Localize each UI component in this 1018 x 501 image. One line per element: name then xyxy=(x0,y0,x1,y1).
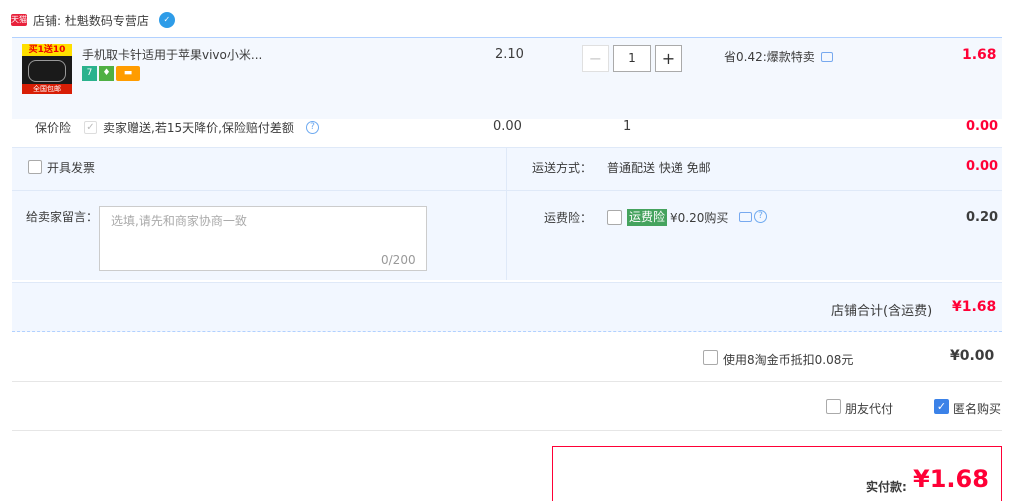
freight-insurance-detail-icon[interactable] xyxy=(739,212,752,222)
options-divider-horizontal xyxy=(12,190,1002,191)
invoice-label[interactable]: 开具发票 xyxy=(47,159,95,176)
insurance-label: 保价险 xyxy=(35,121,72,135)
taobao-coins-value: ¥0.00 xyxy=(950,348,995,364)
wangwang-chat-icon[interactable]: ✓ xyxy=(158,12,175,28)
shop-total-label: 店铺合计(含运费) xyxy=(831,304,933,319)
seller-message-counter: 0/200 xyxy=(381,253,416,267)
quantity-plus-button[interactable]: + xyxy=(655,45,682,72)
friend-pay-label[interactable]: 朋友代付 xyxy=(845,400,893,417)
sim-pin-image xyxy=(28,60,66,82)
credit-card-icon[interactable]: ▬ xyxy=(116,66,140,81)
promo-info: 省0.42:爆款特卖 xyxy=(724,48,833,65)
quantity-input[interactable]: 1 xyxy=(613,45,651,72)
options-divider-vertical xyxy=(506,147,507,280)
freight-insurance-help-icon[interactable]: ? xyxy=(754,210,767,223)
taobao-coins-label[interactable]: 使用8淘金币抵扣0.08元 xyxy=(723,351,853,368)
shop-name-link[interactable]: 店铺: 杜魁数码专营店 xyxy=(33,12,149,29)
quantity-stepper: − 1 + xyxy=(582,45,682,72)
divider xyxy=(12,381,1002,382)
shop-header: 天猫 店铺: 杜魁数码专营店 ✓ xyxy=(11,10,175,30)
insurance-description: 卖家赠送,若15天降价,保险赔付差额 xyxy=(103,121,294,135)
freight-insurance-checkbox[interactable] xyxy=(607,210,622,225)
shipping-price: 0.00 xyxy=(966,159,999,174)
promo-detail-icon[interactable] xyxy=(820,51,833,62)
tmall-badge-icon: 天猫 xyxy=(11,14,27,26)
shop-total-value: ¥1.68 xyxy=(952,299,997,315)
seven-day-return-icon[interactable]: 7 xyxy=(82,66,97,81)
product-title-link[interactable]: 手机取卡针适用于苹果vivo小米... xyxy=(82,46,262,63)
shipping-label: 运送方式： xyxy=(532,161,593,175)
freight-insurance-price: 0.20 xyxy=(966,210,999,225)
invoice-checkbox[interactable] xyxy=(28,160,42,174)
unit-price: 2.10 xyxy=(495,47,524,62)
seller-message-label: 给卖家留言： xyxy=(26,210,99,224)
shipping-method: 普通配送 快递 免邮 xyxy=(607,161,711,175)
service-icons: 7 ♦ ▬ xyxy=(82,66,140,81)
insurance-help-icon[interactable]: ? xyxy=(306,121,319,134)
freight-insurance-label: 运费险： xyxy=(544,211,593,225)
insurance-checkbox: ✓ xyxy=(84,121,97,134)
guarantee-icon[interactable]: ♦ xyxy=(99,66,114,81)
friend-pay-checkbox[interactable] xyxy=(826,399,841,414)
insurance-price: 0.00 xyxy=(493,119,522,134)
promo-text: 省0.42:爆款特卖 xyxy=(724,50,815,64)
payment-label: 实付款: xyxy=(866,480,907,494)
freight-insurance-buy-text: ¥0.20购买 xyxy=(670,211,729,225)
seller-message-placeholder: 选填,请先和商家协商一致 xyxy=(111,214,247,228)
thumb-promo-text: 买1送10 xyxy=(22,44,72,56)
thumb-shipping-text: 全国包邮 xyxy=(22,84,72,94)
anonymous-purchase-checkbox[interactable]: ✓ xyxy=(934,399,949,414)
item-subtotal: 1.68 xyxy=(962,47,997,63)
insurance-total: 0.00 xyxy=(966,119,999,134)
taobao-coins-checkbox[interactable] xyxy=(703,350,718,365)
freight-insurance-tag: 运费险 xyxy=(627,209,668,226)
divider xyxy=(12,430,1002,431)
payment-amount: ¥1.68 xyxy=(913,465,989,493)
anonymous-purchase-label[interactable]: 匿名购买 xyxy=(953,400,1001,417)
product-thumbnail[interactable]: 买1送10 全国包邮 xyxy=(22,44,72,94)
insurance-quantity: 1 xyxy=(623,119,632,134)
quantity-minus-button[interactable]: − xyxy=(582,45,609,72)
